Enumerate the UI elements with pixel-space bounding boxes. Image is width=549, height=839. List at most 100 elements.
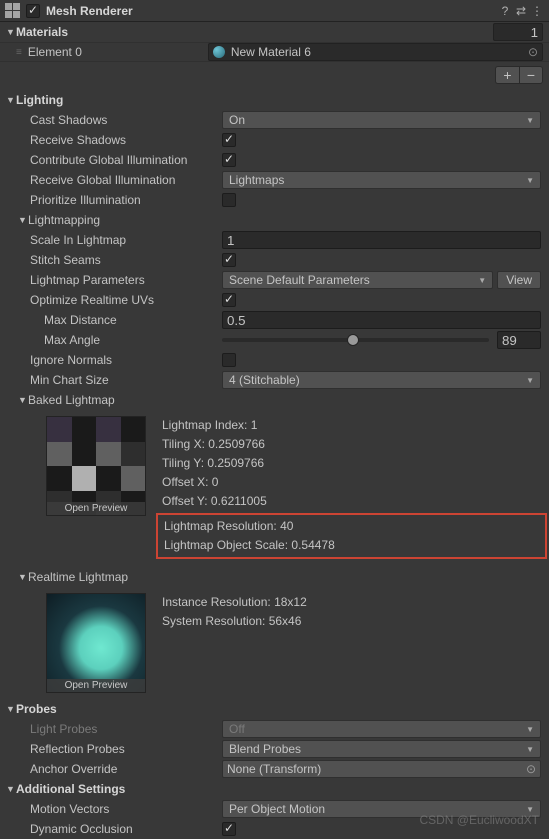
anchor-override-field[interactable]: None (Transform)⊙ [222, 760, 541, 778]
max-distance-field[interactable] [222, 311, 541, 329]
receive-gi-row: Receive Global Illumination Lightmaps▼ [0, 170, 549, 190]
tiling-x-text: Tiling X: 0.2509766 [162, 435, 541, 454]
baked-lightmap-info: Lightmap Index: 1 Tiling X: 0.2509766 Ti… [162, 416, 541, 561]
cast-shadows-dropdown[interactable]: On▼ [222, 111, 541, 129]
chevron-down-icon: ▼ [478, 276, 486, 285]
lightmap-index-text: Lightmap Index: 1 [162, 416, 541, 435]
chevron-down-icon: ▼ [6, 784, 16, 794]
additional-settings-foldout[interactable]: ▼ Additional Settings [0, 779, 549, 799]
contribute-gi-checkbox[interactable] [222, 153, 236, 167]
realtime-lightmap-thumbnail[interactable]: Open Preview [46, 593, 146, 693]
open-preview-button[interactable]: Open Preview [47, 502, 145, 515]
system-resolution-text: System Resolution: 56x46 [162, 612, 541, 631]
object-picker-icon[interactable]: ⊙ [528, 45, 538, 59]
lightmap-params-row: Lightmap Parameters Scene Default Parame… [0, 270, 549, 290]
lighting-foldout[interactable]: ▼ Lighting [0, 90, 549, 110]
chevron-down-icon: ▼ [18, 215, 28, 225]
lightmap-resolution-text: Lightmap Resolution: 40 [164, 517, 539, 536]
component-title: Mesh Renderer [46, 4, 497, 18]
watermark-text: CSDN @EucliwoodXT [419, 813, 539, 827]
receive-shadows-row: Receive Shadows [0, 130, 549, 150]
stitch-seams-checkbox[interactable] [222, 253, 236, 267]
preset-icon[interactable]: ⇄ [513, 4, 529, 18]
realtime-lightmap-foldout[interactable]: ▼ Realtime Lightmap [0, 567, 549, 587]
materials-foldout[interactable]: ▼ Materials [0, 22, 549, 42]
chevron-down-icon: ▼ [526, 176, 534, 185]
ignore-normals-row: Ignore Normals [0, 350, 549, 370]
material-name: New Material 6 [231, 45, 528, 59]
baked-lightmap-label: Baked Lightmap [28, 393, 115, 407]
reflection-probes-row: Reflection Probes Blend Probes▼ [0, 739, 549, 759]
add-material-button[interactable]: + [495, 66, 519, 84]
object-picker-icon[interactable]: ⊙ [526, 762, 536, 776]
realtime-lightmap-label: Realtime Lightmap [28, 570, 128, 584]
max-angle-slider[interactable] [222, 338, 489, 342]
dynamic-occlusion-checkbox[interactable] [222, 822, 236, 836]
ignore-normals-checkbox[interactable] [222, 353, 236, 367]
view-params-button[interactable]: View [497, 271, 541, 289]
material-sphere-icon [213, 46, 225, 58]
materials-label: Materials [16, 25, 493, 39]
realtime-lightmap-info: Instance Resolution: 18x12 System Resolu… [162, 593, 541, 693]
probes-label: Probes [16, 702, 57, 716]
component-enabled-checkbox[interactable] [26, 4, 40, 18]
remove-material-button[interactable]: − [519, 66, 543, 84]
light-probes-row: Light Probes Off▼ [0, 719, 549, 739]
offset-x-text: Offset X: 0 [162, 473, 541, 492]
open-preview-button[interactable]: Open Preview [47, 679, 145, 692]
baked-lightmap-thumbnail[interactable]: Open Preview [46, 416, 146, 516]
baked-lightmap-block: Open Preview Lightmap Index: 1 Tiling X:… [0, 410, 549, 567]
probes-foldout[interactable]: ▼ Probes [0, 699, 549, 719]
material-element-row: ≡ Element 0 New Material 6 ⊙ [0, 42, 549, 62]
min-chart-row: Min Chart Size 4 (Stitchable)▼ [0, 370, 549, 390]
component-header: Mesh Renderer ? ⇄ ⋮ [0, 0, 549, 22]
additional-settings-label: Additional Settings [16, 782, 125, 796]
max-angle-field[interactable] [497, 331, 541, 349]
lightmapping-foldout[interactable]: ▼ Lightmapping [0, 210, 549, 230]
highlight-box: Lightmap Resolution: 40 Lightmap Object … [156, 513, 547, 559]
light-probes-dropdown[interactable]: Off▼ [222, 720, 541, 738]
contribute-gi-row: Contribute Global Illumination [0, 150, 549, 170]
max-angle-row: Max Angle [0, 330, 549, 350]
tiling-y-text: Tiling Y: 0.2509766 [162, 454, 541, 473]
receive-shadows-checkbox[interactable] [222, 133, 236, 147]
offset-y-text: Offset Y: 0.6211005 [162, 492, 541, 511]
materials-list-buttons: + − [0, 62, 549, 90]
chevron-down-icon: ▼ [18, 572, 28, 582]
chevron-down-icon: ▼ [526, 116, 534, 125]
reflection-probes-dropdown[interactable]: Blend Probes▼ [222, 740, 541, 758]
chevron-down-icon: ▼ [526, 725, 534, 734]
prioritize-illum-checkbox[interactable] [222, 193, 236, 207]
lightmap-params-dropdown[interactable]: Scene Default Parameters▼ [222, 271, 493, 289]
help-icon[interactable]: ? [497, 4, 513, 18]
baked-lightmap-foldout[interactable]: ▼ Baked Lightmap [0, 390, 549, 410]
receive-gi-dropdown[interactable]: Lightmaps▼ [222, 171, 541, 189]
mesh-renderer-icon [4, 3, 20, 19]
lightmapping-label: Lightmapping [28, 213, 100, 227]
element-label: Element 0 [28, 45, 208, 59]
instance-resolution-text: Instance Resolution: 18x12 [162, 593, 541, 612]
menu-icon[interactable]: ⋮ [529, 4, 545, 18]
min-chart-dropdown[interactable]: 4 (Stitchable)▼ [222, 371, 541, 389]
stitch-seams-row: Stitch Seams [0, 250, 549, 270]
chevron-down-icon: ▼ [6, 27, 16, 37]
chevron-down-icon: ▼ [6, 95, 16, 105]
optimize-uvs-checkbox[interactable] [222, 293, 236, 307]
optimize-uvs-row: Optimize Realtime UVs [0, 290, 549, 310]
lighting-label: Lighting [16, 93, 63, 107]
lightmap-object-scale-text: Lightmap Object Scale: 0.54478 [164, 536, 539, 555]
chevron-down-icon: ▼ [526, 745, 534, 754]
drag-handle-icon[interactable]: ≡ [16, 47, 20, 58]
cast-shadows-row: Cast Shadows On▼ [0, 110, 549, 130]
scale-lightmap-row: Scale In Lightmap [0, 230, 549, 250]
chevron-down-icon: ▼ [18, 395, 28, 405]
chevron-down-icon: ▼ [6, 704, 16, 714]
material-object-field[interactable]: New Material 6 ⊙ [208, 43, 543, 61]
scale-lightmap-field[interactable] [222, 231, 541, 249]
anchor-override-row: Anchor Override None (Transform)⊙ [0, 759, 549, 779]
chevron-down-icon: ▼ [526, 376, 534, 385]
max-distance-row: Max Distance [0, 310, 549, 330]
realtime-lightmap-block: Open Preview Instance Resolution: 18x12 … [0, 587, 549, 699]
materials-size-field[interactable] [493, 23, 543, 41]
prioritize-illum-row: Prioritize Illumination [0, 190, 549, 210]
